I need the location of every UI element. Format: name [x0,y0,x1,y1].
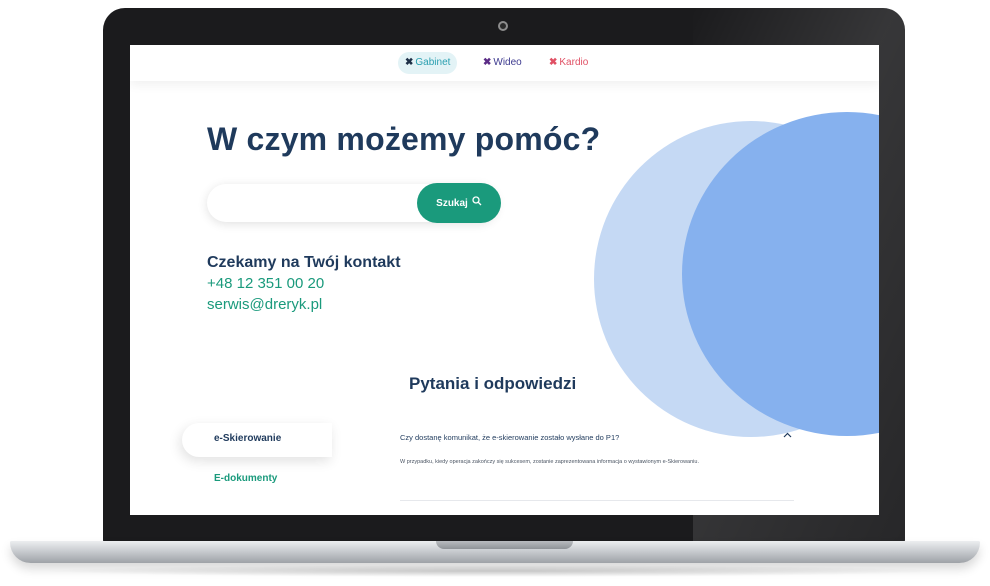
faq-divider [400,500,794,501]
faq-answer: W przypadku, kiedy operacja zakończy się… [400,459,699,465]
faq-title: Pytania i odpowiedzi [409,374,577,393]
chevron-up-icon[interactable] [783,430,792,441]
webcam-icon [498,21,508,31]
search-input[interactable] [217,184,421,224]
close-icon: ✖ [405,57,414,68]
search-button-label: Szukaj [436,198,468,209]
faq-question[interactable]: Czy dostanę komunikat, że e-skierowanie … [400,433,619,442]
tab-gabinet-label: Gabinet [415,57,451,68]
laptop-shadow [40,565,950,577]
category-tab-e-skierowanie-label[interactable]: e-Skierowanie [214,433,281,444]
top-navigation: ✖ Gabinet ✖ Wideo ✖ Kardio [130,45,879,81]
contact-title: Czekamy na Twój kontakt [207,254,401,271]
tab-kardio[interactable]: ✖ Kardio [542,52,595,74]
close-icon: ✖ [483,57,492,68]
close-icon: ✖ [549,57,558,68]
tab-gabinet[interactable]: ✖ Gabinet [398,52,458,74]
contact-phone-link[interactable]: +48 12 351 00 20 [207,275,324,292]
tab-wideo[interactable]: ✖ Wideo [476,52,529,74]
contact-email-link[interactable]: serwis@dreryk.pl [207,296,322,313]
category-tab-e-dokumenty[interactable]: E-dokumenty [214,473,277,484]
tab-kardio-label: Kardio [559,57,589,68]
laptop-base-notch [436,541,573,549]
page-title: W czym możemy pomóc? [207,121,601,157]
tab-wideo-label: Wideo [493,57,522,68]
laptop-screen: ✖ Gabinet ✖ Wideo ✖ Kardio W czym możemy po… [130,45,879,515]
search-icon [472,183,482,223]
search-button[interactable]: Szukaj [417,183,501,223]
